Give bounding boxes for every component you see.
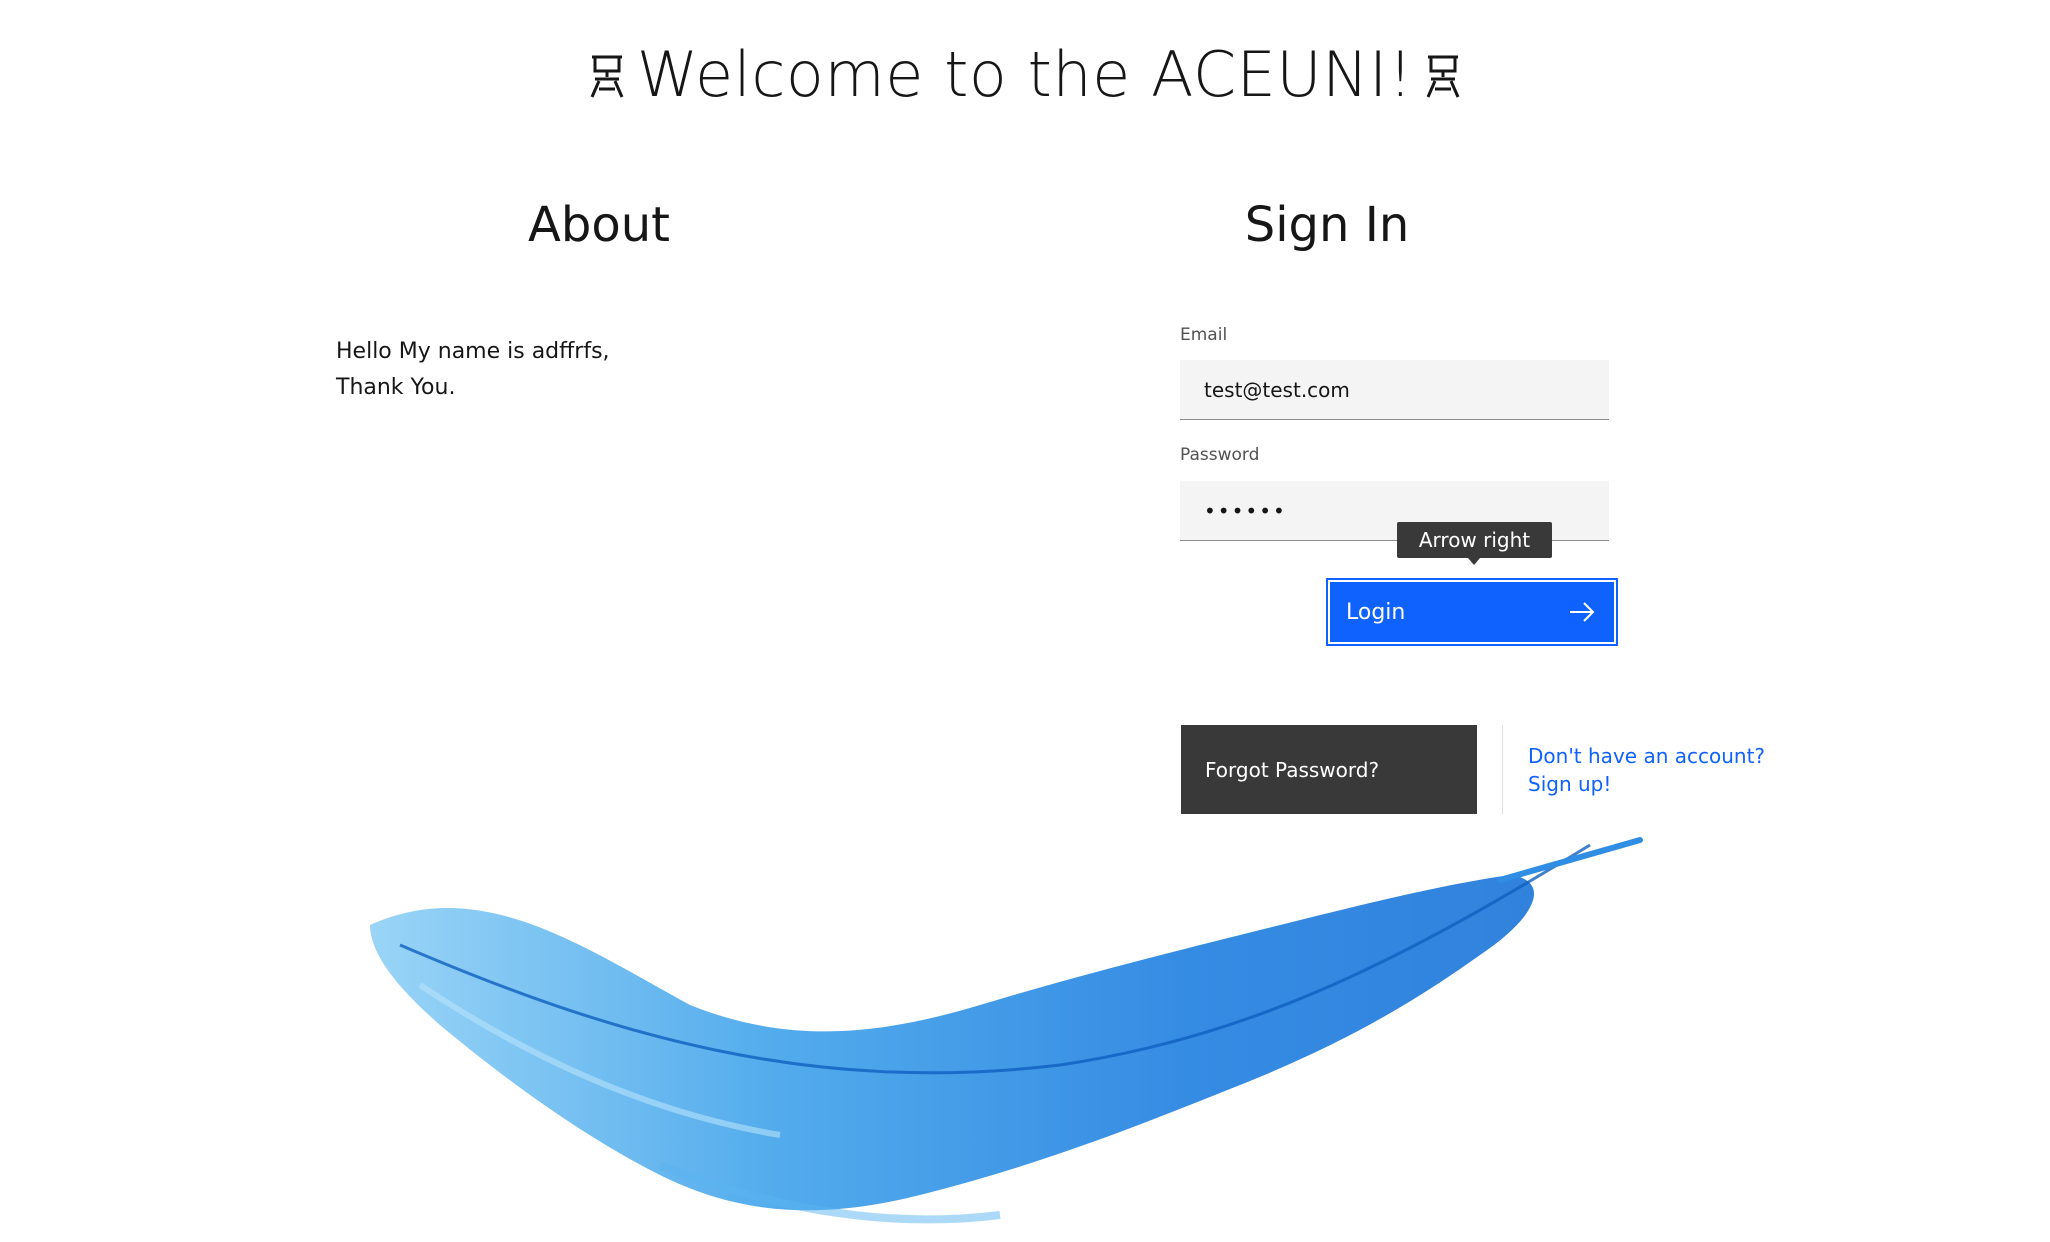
login-page: Welcome to the ACEUNI! About Hello My na…: [0, 0, 2050, 1242]
password-label: Password: [1180, 445, 1260, 465]
about-line-1: Hello My name is adffrfs,: [336, 339, 610, 364]
about-text: Hello My name is adffrfs, Thank You.: [336, 334, 610, 406]
sign-up-line-1: Don't have an account?: [1528, 744, 1766, 768]
arrow-right-icon: [1568, 600, 1596, 630]
divider: [1502, 725, 1503, 814]
sign-in-heading: Sign In: [1244, 197, 1410, 253]
email-field[interactable]: [1180, 360, 1609, 420]
sign-up-line-2: Sign up!: [1528, 772, 1612, 796]
about-line-2: Thank You.: [336, 375, 456, 400]
tooltip-caret: [1468, 558, 1480, 565]
blue-feather-illustration: [360, 835, 1650, 1242]
welcome-heading: Welcome to the ACEUNI!: [0, 38, 2050, 116]
welcome-title-text: Welcome to the ACEUNI!: [636, 38, 1414, 111]
email-label: Email: [1180, 325, 1228, 345]
login-button-label: Login: [1346, 600, 1406, 625]
aceuni-glyph-icon: [589, 43, 625, 116]
aceuni-glyph-icon: [1425, 43, 1461, 116]
arrow-right-tooltip: Arrow right: [1397, 522, 1552, 558]
login-button[interactable]: Login: [1326, 578, 1618, 646]
sign-up-link[interactable]: Don't have an account? Sign up!: [1528, 742, 1765, 798]
about-heading: About: [528, 197, 670, 253]
forgot-password-button[interactable]: Forgot Password?: [1181, 725, 1477, 814]
